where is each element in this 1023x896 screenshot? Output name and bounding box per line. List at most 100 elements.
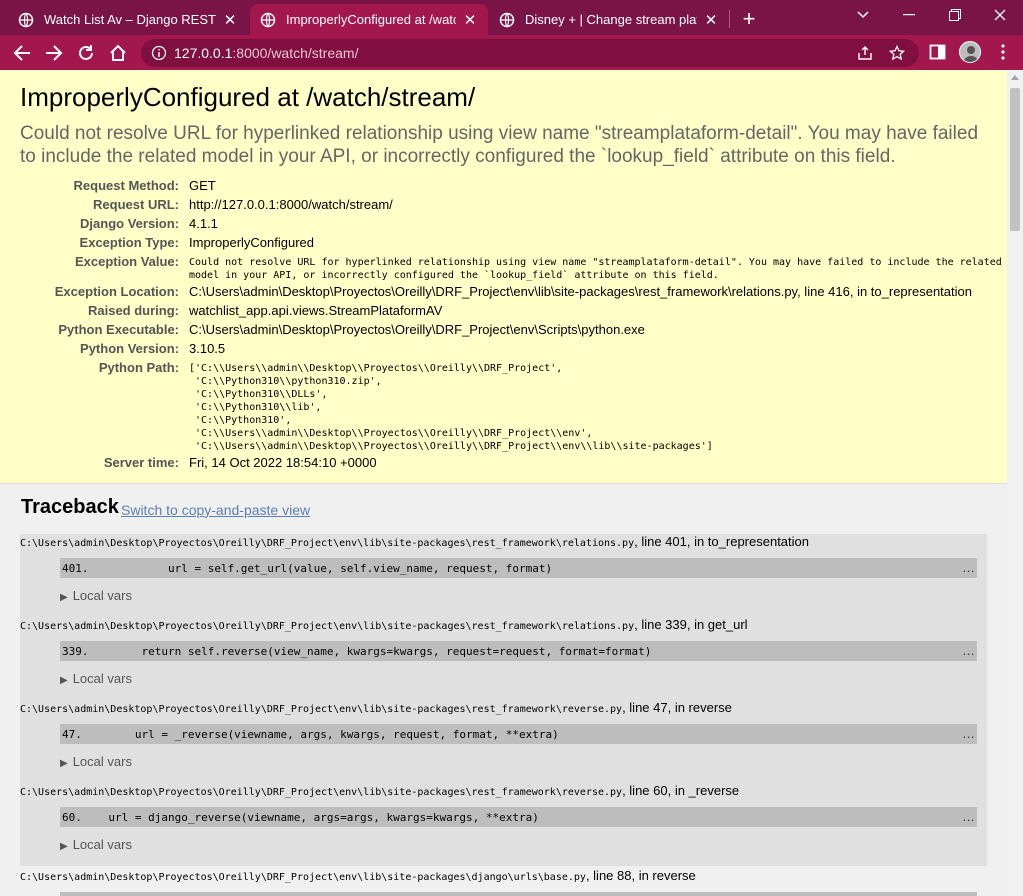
frame-code-line[interactable]: 60. url = django_reverse(viewname, args=… [60, 807, 977, 827]
error-summary: ImproperlyConfigured at /watch/stream/ C… [0, 70, 1007, 484]
frame-code-line[interactable]: 47. url = _reverse(viewname, args, kwarg… [60, 724, 977, 744]
minimize-icon[interactable] [886, 0, 932, 30]
switch-view-link[interactable]: Switch to copy-and-paste view [121, 502, 310, 518]
code-text: 401. url = self.get_url(value, self.view… [62, 562, 553, 575]
info-icon[interactable] [151, 45, 167, 61]
meta-value: Fri, 14 Oct 2022 18:54:10 +0000 [189, 455, 377, 470]
meta-key: Request Method: [73, 178, 179, 193]
scrollbar-thumb[interactable] [1010, 88, 1020, 231]
traceback-frame: C:\Users\admin\Desktop\Proyectos\Oreilly… [20, 700, 987, 783]
tab-watch-list[interactable]: Watch List Av – Django REST framework ✕ [8, 4, 248, 35]
meta-key: Exception Value: [74, 254, 179, 269]
disclosure-triangle-icon: ▶ [60, 758, 68, 769]
traceback-heading: Traceback [21, 496, 119, 519]
error-message: Could not resolve URL for hyperlinked re… [20, 123, 979, 167]
url-text[interactable]: 127.0.0.1:8000/watch/stream/ [174, 45, 358, 61]
url-host: 127.0.0.1 [174, 45, 233, 61]
tab-separator [729, 10, 730, 28]
meta-key: Raised during: [87, 303, 179, 318]
expand-context-icon[interactable]: … [962, 809, 975, 824]
tab-improperly-configured[interactable]: ImproperlyConfigured at /watch/stream/ ✕ [250, 4, 488, 35]
meta-key: Python Path: [98, 360, 179, 375]
disclosure-triangle-icon: ▶ [60, 592, 68, 603]
meta-value: 4.1.1 [189, 216, 218, 231]
meta-value: ['C:\\Users\\admin\\Desktop\\Proyectos\\… [189, 363, 713, 452]
frame-path: C:\Users\admin\Desktop\Proyectos\Oreilly… [20, 538, 635, 549]
expand-context-icon[interactable]: … [962, 726, 975, 741]
page-title: ImproperlyConfigured at /watch/stream/ [20, 82, 476, 112]
meta-value: C:\Users\admin\Desktop\Proyectos\Oreilly… [189, 322, 645, 337]
frame-path: C:\Users\admin\Desktop\Proyectos\Oreilly… [20, 621, 635, 632]
share-icon[interactable] [857, 45, 873, 61]
globe-icon [18, 12, 34, 27]
frame-code-line[interactable]: 401. url = self.get_url(value, self.view… [60, 558, 977, 578]
local-vars-label: Local vars [72, 754, 132, 769]
frame-location: C:\Users\admin\Desktop\Proyectos\Oreilly… [20, 617, 748, 632]
tab-search-icon[interactable] [840, 0, 886, 30]
meta-key: Python Executable: [58, 322, 179, 337]
tab-title: Watch List Av – Django REST framework [44, 12, 216, 27]
frame-where: , line 47, in reverse [622, 700, 732, 715]
meta-key: Server time: [103, 455, 179, 470]
frame-where: , line 60, in _reverse [622, 783, 740, 798]
frame-code-line[interactable] [60, 892, 977, 896]
new-tab-icon[interactable]: + [738, 6, 760, 32]
expand-context-icon[interactable]: … [962, 560, 975, 575]
tab-title: Disney + | Change stream plataform [525, 12, 697, 27]
meta-value: Could not resolve URL for hyperlinked re… [189, 257, 1002, 281]
vertical-scrollbar[interactable] [1007, 70, 1023, 896]
menu-kebab-icon[interactable] [993, 42, 1013, 62]
back-icon[interactable] [10, 41, 34, 65]
frame-location: C:\Users\admin\Desktop\Proyectos\Oreilly… [20, 783, 739, 798]
meta-key: Exception Location: [54, 284, 179, 299]
close-icon[interactable]: ✕ [462, 11, 478, 29]
tab-disney[interactable]: Disney + | Change stream plataform ✕ [489, 4, 729, 35]
meta-value: GET [189, 178, 216, 193]
meta-value: ImproperlyConfigured [189, 235, 315, 250]
page-content: ImproperlyConfigured at /watch/stream/ C… [0, 70, 1007, 896]
forward-icon[interactable] [42, 41, 66, 65]
local-vars-toggle[interactable]: ▶ Local vars [60, 754, 132, 769]
disclosure-triangle-icon: ▶ [60, 675, 68, 686]
code-text: 339. return self.reverse(view_name, kwar… [62, 645, 652, 658]
traceback-frame: C:\Users\admin\Desktop\Proyectos\Oreilly… [20, 783, 987, 866]
frame-location: C:\Users\admin\Desktop\Proyectos\Oreilly… [20, 534, 809, 549]
close-icon[interactable]: ✕ [703, 11, 719, 29]
meta-value: C:\Users\admin\Desktop\Proyectos\Oreilly… [189, 284, 972, 299]
globe-icon [260, 12, 276, 27]
restore-icon[interactable] [932, 0, 978, 30]
code-text: 47. url = _reverse(viewname, args, kwarg… [62, 728, 559, 741]
avatar[interactable] [959, 41, 981, 63]
frame-where: , line 339, in get_url [634, 617, 748, 632]
browser-tab-bar: Watch List Av – Django REST framework ✕ … [0, 0, 1023, 35]
bookmark-star-icon[interactable] [889, 45, 905, 61]
traceback-frame: C:\Users\admin\Desktop\Proyectos\Oreilly… [20, 534, 987, 617]
reload-icon[interactable] [74, 41, 98, 65]
url-path: :8000/watch/stream/ [232, 45, 359, 61]
globe-icon [499, 12, 515, 27]
scroll-up-icon[interactable] [1011, 75, 1019, 80]
local-vars-label: Local vars [72, 837, 132, 852]
local-vars-label: Local vars [72, 588, 132, 603]
traceback-frames: C:\Users\admin\Desktop\Proyectos\Oreilly… [20, 534, 987, 866]
frame-where: , line 401, in to_representation [634, 534, 809, 549]
meta-key: Django Version: [80, 216, 179, 231]
expand-context-icon[interactable]: … [962, 643, 975, 658]
address-bar[interactable]: 127.0.0.1:8000/watch/stream/ [141, 39, 919, 67]
meta-value: http://127.0.0.1:8000/watch/stream/ [189, 197, 393, 212]
tab-title: ImproperlyConfigured at /watch/stream/ [286, 12, 456, 27]
traceback-title: Traceback [21, 496, 119, 518]
local-vars-toggle[interactable]: ▶ Local vars [60, 671, 132, 686]
local-vars-toggle[interactable]: ▶ Local vars [60, 588, 132, 603]
close-icon[interactable]: ✕ [222, 11, 238, 29]
meta-value: 3.10.5 [189, 341, 226, 356]
meta-key: Python Version: [80, 341, 179, 356]
local-vars-toggle[interactable]: ▶ Local vars [60, 837, 132, 852]
traceback-frame: C:\Users\admin\Desktop\Proyectos\Oreilly… [20, 617, 987, 700]
side-panel-icon[interactable] [928, 42, 948, 62]
meta-key: Exception Type: [79, 235, 179, 250]
close-window-icon[interactable] [977, 0, 1023, 30]
frame-code-line[interactable]: 339. return self.reverse(view_name, kwar… [60, 641, 977, 661]
frame-where: , line 88, in reverse [585, 868, 696, 883]
home-icon[interactable] [106, 41, 130, 65]
